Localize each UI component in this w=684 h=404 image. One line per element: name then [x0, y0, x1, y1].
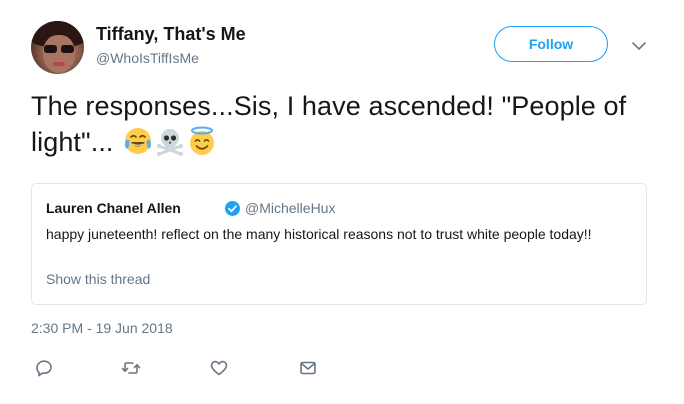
user-display-name[interactable]: Tiffany, That's Me [96, 24, 246, 45]
quoted-tweet-text: happy juneteenth! reflect on the many hi… [46, 226, 592, 242]
follow-button[interactable]: Follow [494, 26, 608, 62]
quoted-user-name: Lauren Chanel Allen [46, 200, 181, 216]
avatar[interactable] [31, 21, 84, 74]
verified-badge-icon [225, 201, 240, 216]
avatar-glasses [43, 45, 75, 53]
tears-of-joy-emoji-icon [123, 126, 153, 156]
skull-crossbones-emoji-icon [155, 126, 185, 156]
chevron-down-icon[interactable] [632, 38, 646, 50]
tweet-text-body: The responses...Sis, I have ascended! "P… [31, 91, 627, 157]
tweet-card: Tiffany, That's Me @WhoIsTiffIsMe Follow… [0, 0, 684, 404]
tweet-timestamp[interactable]: 2:30 PM - 19 Jun 2018 [31, 320, 173, 336]
show-thread-link[interactable]: Show this thread [46, 271, 150, 287]
user-handle[interactable]: @WhoIsTiffIsMe [96, 50, 199, 66]
quoted-user-handle: @MichelleHux [245, 200, 336, 216]
quoted-tweet[interactable]: Lauren Chanel Allen @MichelleHux happy j… [31, 183, 647, 305]
reply-icon[interactable] [34, 358, 54, 378]
direct-message-icon[interactable] [298, 358, 318, 378]
retweet-icon[interactable] [121, 358, 141, 378]
avatar-face [43, 35, 75, 73]
smiling-halo-emoji-icon [187, 126, 217, 156]
avatar-lips [53, 62, 65, 66]
heart-icon[interactable] [209, 358, 229, 378]
tweet-text: The responses...Sis, I have ascended! "P… [31, 88, 651, 160]
